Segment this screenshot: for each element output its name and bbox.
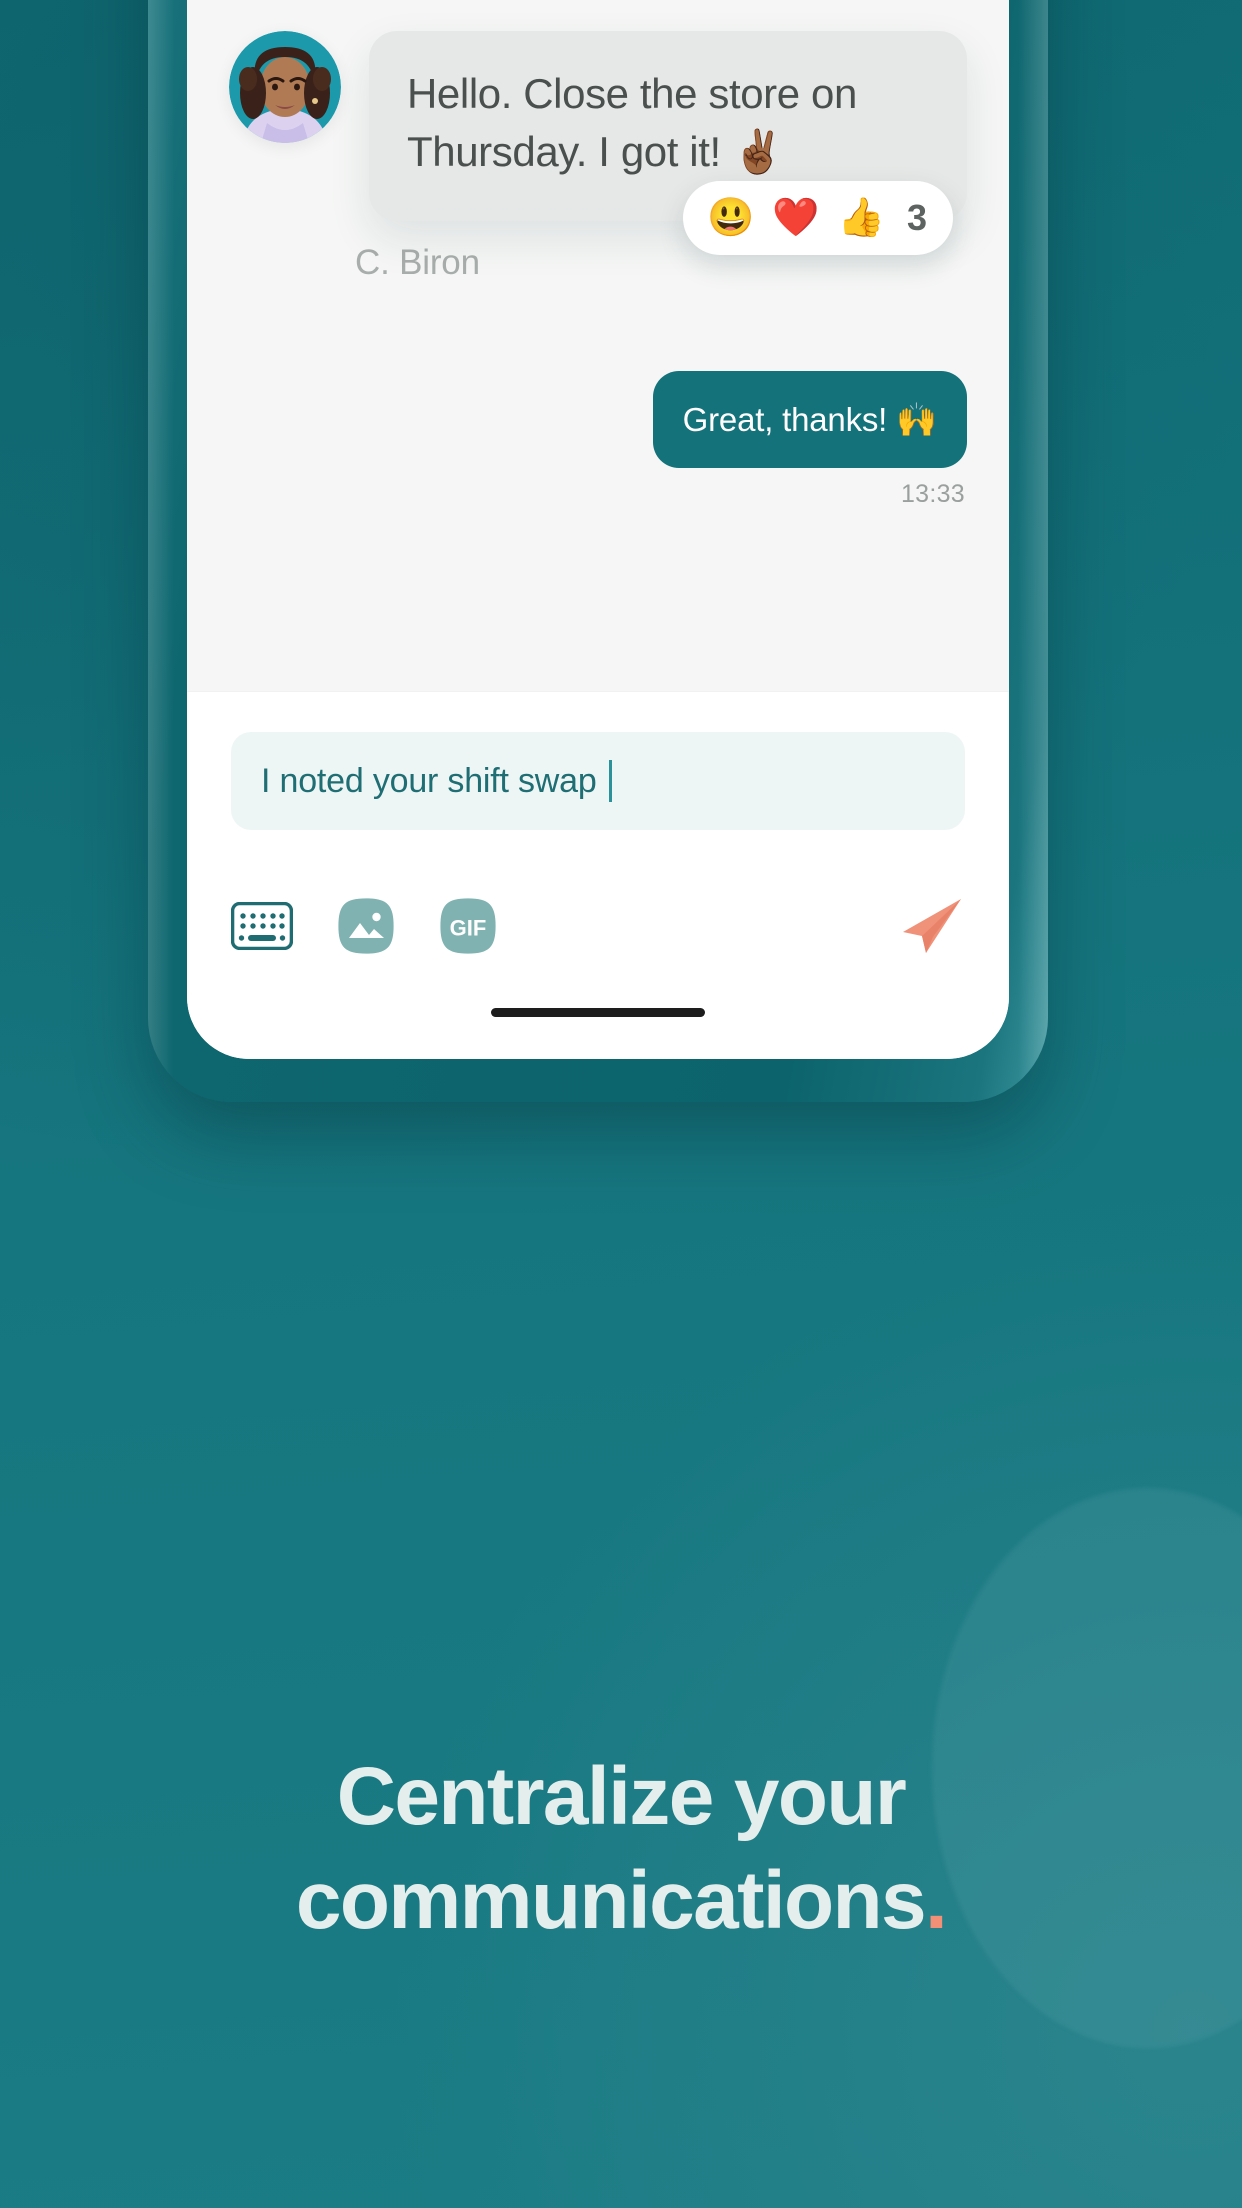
promo-screenshot: Hi you two! Can one of you close the sto…: [0, 0, 1242, 2208]
phone-frame: Hi you two! Can one of you close the sto…: [148, 0, 1048, 1102]
thread-spacer: [187, 283, 1009, 371]
home-indicator: [491, 1008, 705, 1017]
avatar-c-biron[interactable]: [229, 31, 341, 143]
message-bubble-outgoing[interactable]: Great, thanks! 🙌: [652, 371, 967, 468]
message-row-outgoing[interactable]: Great, thanks! 🙌: [187, 371, 1009, 468]
message-timestamp: 13:33: [900, 480, 965, 508]
message-input[interactable]: I noted your shift swap: [231, 732, 965, 830]
gif-icon[interactable]: GIF: [439, 897, 497, 960]
composer-toolbar: GIF: [230, 868, 965, 988]
image-icon[interactable]: [337, 897, 395, 960]
send-button[interactable]: [895, 895, 965, 962]
reaction-emoji-thumbsup[interactable]: 👍: [838, 199, 885, 237]
promo-headline-line-2-wrap: communications.: [0, 1849, 1242, 1953]
reaction-emoji-heart[interactable]: ❤️: [772, 199, 819, 237]
reaction-pill[interactable]: 😃 ❤️ 👍 3: [682, 181, 953, 255]
phone-screen: Hi you two! Can one of you close the sto…: [187, 0, 1009, 1059]
thread-spacer: [187, 0, 1009, 31]
safe-area-bottom: [231, 1017, 965, 1059]
chat-thread[interactable]: Hi you two! Can one of you close the sto…: [187, 0, 1009, 691]
keyboard-icon[interactable]: [230, 901, 294, 955]
promo-headline-period: .: [924, 1855, 948, 1946]
promo-headline: Centralize your communications.: [0, 1745, 1242, 1953]
promo-headline-line-2: communications: [295, 1855, 927, 1946]
reaction-emoji-grin[interactable]: 😃: [707, 199, 754, 237]
reaction-count: 3: [906, 197, 927, 238]
promo-headline-line-1: Centralize your: [336, 1751, 907, 1842]
message-row-incoming-focused[interactable]: Hello. Close the store on Thursday. I go…: [187, 31, 1009, 255]
gif-icon-label: GIF: [450, 915, 487, 940]
text-cursor: [608, 760, 612, 802]
message-composer: I noted your shift swap GIF: [187, 691, 1009, 1059]
message-input-value: I noted your shift swap: [261, 761, 597, 800]
